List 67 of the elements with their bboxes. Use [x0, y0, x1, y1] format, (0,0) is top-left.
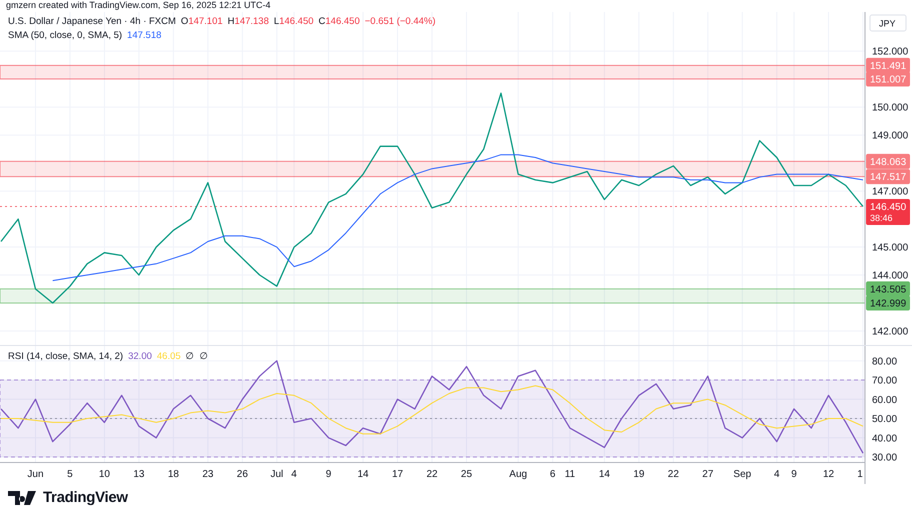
axis-label: 9	[791, 469, 797, 480]
axis-label: 147.000	[872, 186, 908, 198]
axis-label: 149.000	[872, 130, 908, 142]
credit-text: gmzern created with TradingView.com, Sep 16, 2025 12:21 UTC-4	[5, 0, 272, 12]
axis-label: 60.00	[872, 394, 898, 406]
axis-label: 50.00	[872, 414, 898, 426]
axis-label: 14	[357, 469, 369, 480]
axis-label: 40.00	[872, 433, 898, 444]
indicator-value: ∅	[200, 350, 209, 362]
indicator-name: RSI (14, close, SMA, 14, 2)	[8, 351, 124, 362]
ohlc-label: C	[318, 16, 326, 27]
indicator-value: 147.518	[127, 30, 162, 41]
axis-label: 27	[702, 469, 714, 480]
indicator-name: SMA (50, close, 0, SMA, 5)	[8, 30, 122, 41]
currency-label[interactable]: JPY	[870, 14, 906, 32]
axis-label: 144.000	[872, 270, 908, 282]
price-tag: 142.999	[866, 296, 910, 311]
axis-label: 152.000	[872, 46, 908, 58]
ohlc-value: 147.138	[234, 16, 269, 27]
indicator-value: 46.05	[156, 351, 181, 362]
ohlc-label: L	[274, 16, 280, 27]
axis-label: 13	[133, 469, 144, 480]
axis-label: 4	[774, 469, 780, 480]
axis-label: 10	[98, 469, 110, 480]
logo-text: TradingView	[43, 489, 128, 506]
axis-label: 142.000	[872, 326, 908, 338]
axis-label: 80.00	[872, 356, 898, 368]
axis-label: 12	[822, 469, 834, 480]
axis-label: 23	[202, 469, 214, 480]
axis-label: Aug	[509, 469, 528, 480]
axis-label: Jul	[270, 469, 284, 480]
ohlc-value: 147.101	[188, 16, 223, 27]
axis-label: 25	[460, 469, 472, 480]
axis-label: 150.000	[872, 102, 908, 114]
axis-label: 4	[291, 469, 297, 480]
axis-label: 14	[598, 469, 610, 480]
axis-label: 70.00	[872, 376, 898, 387]
symbol-title: U.S. Dollar / Japanese Yen · 4h · FXCM	[8, 16, 176, 27]
axis-label: 19	[633, 469, 644, 480]
axis-label: Jun	[27, 469, 44, 480]
ohlc-label: H	[228, 16, 235, 27]
axis-label: 9	[326, 469, 332, 480]
axis-label: 17	[392, 469, 404, 480]
price-tag: 146.450 38:46	[866, 198, 910, 225]
axis-label: 18	[168, 469, 179, 480]
axis-label: 22	[426, 469, 438, 480]
price-change: −0.651 (−0.44%)	[364, 16, 436, 27]
price-tag: 147.517	[866, 169, 910, 184]
indicator-value: 32.00	[128, 351, 152, 362]
ohlc-label: O	[180, 16, 188, 27]
ohlc-value: 146.450	[279, 16, 314, 27]
axis-label: 1	[857, 469, 863, 480]
ohlc-value: 146.450	[325, 16, 360, 27]
axis-label: 6	[550, 469, 556, 480]
price-tag: 151.007	[866, 71, 910, 86]
axis-label: 26	[236, 469, 248, 480]
price-tag: 151.491	[866, 58, 910, 73]
axis-label: 145.000	[872, 242, 908, 254]
axis-label: 5	[67, 469, 73, 480]
axis-label: 11	[564, 469, 576, 480]
axis-label: 30.00	[872, 452, 898, 464]
logo-icon	[8, 490, 38, 504]
axis-label: 22	[668, 469, 679, 480]
price-tag: 143.505	[866, 281, 910, 296]
price-tag: 148.063	[866, 154, 910, 169]
indicator-value: ∅	[186, 350, 195, 362]
axis-label: Sep	[733, 469, 752, 480]
